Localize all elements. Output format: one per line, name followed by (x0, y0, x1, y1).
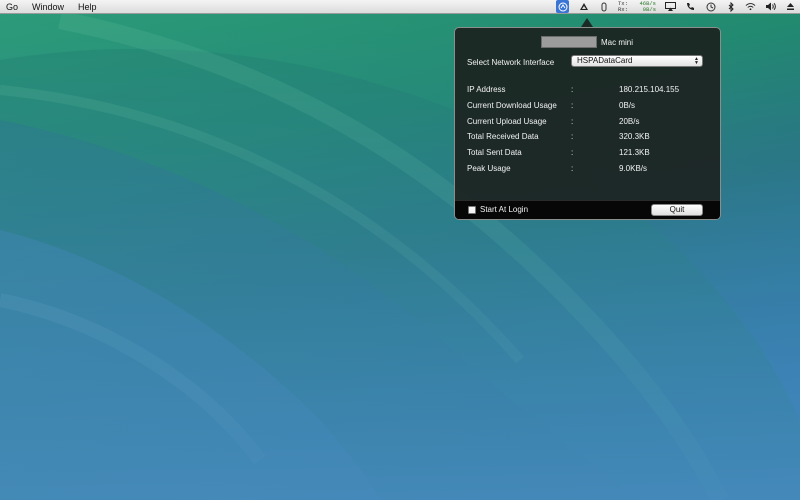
stat-row-ip-address: IP Address : 180.215.104.155 (467, 85, 717, 101)
stat-value: 20B/s (619, 116, 640, 126)
stat-separator: : (571, 116, 574, 126)
popup-pointer (581, 18, 593, 27)
host-name: Mac mini (601, 37, 634, 47)
network-monitor-icon[interactable] (556, 0, 569, 13)
volume-icon[interactable] (765, 1, 776, 12)
start-at-login-checkbox[interactable] (468, 206, 476, 214)
rx-value: 0B/s (642, 5, 656, 13)
stat-value: 320.3KB (619, 132, 650, 142)
stat-row-total-received: Total Received Data : 320.3KB (467, 132, 717, 148)
host-row: Mac mini (541, 36, 633, 48)
phone-icon[interactable] (685, 1, 696, 12)
stat-row-current-upload: Current Upload Usage : 20B/s (467, 117, 717, 133)
time-machine-icon[interactable] (705, 1, 716, 12)
stat-separator: : (571, 85, 574, 94)
stat-label: Total Sent Data (467, 148, 522, 158)
stat-separator: : (571, 148, 574, 158)
wifi-icon[interactable] (745, 1, 756, 12)
stat-value: 0B/s (619, 100, 636, 110)
stat-value: 180.215.104.155 (619, 85, 680, 94)
network-speed-readout[interactable]: Tx: 46B/s Rx: 0B/s (618, 0, 656, 13)
panel-footer: Start At Login Quit (455, 201, 720, 219)
redacted-hostname-box (541, 36, 597, 48)
stat-label: Total Received Data (467, 132, 539, 142)
menu-bar: Go Window Help Tx: 46B/s Rx: 0B/s (0, 0, 800, 14)
start-at-login-label[interactable]: Start At Login (480, 205, 528, 214)
stat-value: 121.3KB (619, 148, 650, 158)
select-arrows-icon: ▲ ▼ (694, 56, 699, 66)
rx-label: Rx: (618, 5, 628, 13)
desktop: Go Window Help Tx: 46B/s Rx: 0B/s Mac mi… (0, 0, 800, 500)
interface-label: Select Network Interface (467, 58, 555, 67)
google-drive-icon[interactable] (578, 1, 589, 12)
menu-help[interactable]: Help (78, 1, 97, 13)
quit-button[interactable]: Quit (651, 204, 703, 216)
stat-label: Peak Usage (467, 163, 511, 173)
stat-label: IP Address (467, 85, 506, 94)
interface-select[interactable]: HSPADataCard ▲ ▼ (571, 55, 703, 67)
menu-go[interactable]: Go (6, 1, 18, 13)
network-monitor-popup: Mac mini Select Network Interface HSPADa… (454, 27, 721, 220)
bluetooth-icon[interactable] (725, 1, 736, 12)
interface-select-value: HSPADataCard (577, 56, 633, 65)
stat-row-current-download: Current Download Usage : 0B/s (467, 101, 717, 117)
stat-label: Current Upload Usage (467, 116, 547, 126)
airplay-icon[interactable] (665, 1, 676, 12)
stat-label: Current Download Usage (467, 100, 557, 110)
stat-separator: : (571, 132, 574, 142)
stat-value: 9.0KB/s (619, 163, 648, 173)
stat-separator: : (571, 163, 574, 173)
stat-separator: : (571, 100, 574, 110)
stat-row-total-sent: Total Sent Data : 121.3KB (467, 148, 717, 164)
eject-icon[interactable] (785, 1, 796, 12)
stat-row-peak-usage: Peak Usage : 9.0KB/s (467, 164, 717, 180)
paperclip-icon[interactable] (598, 1, 609, 12)
stats-list: IP Address : 180.215.104.155 Current Dow… (467, 85, 717, 180)
menu-window[interactable]: Window (32, 1, 64, 13)
